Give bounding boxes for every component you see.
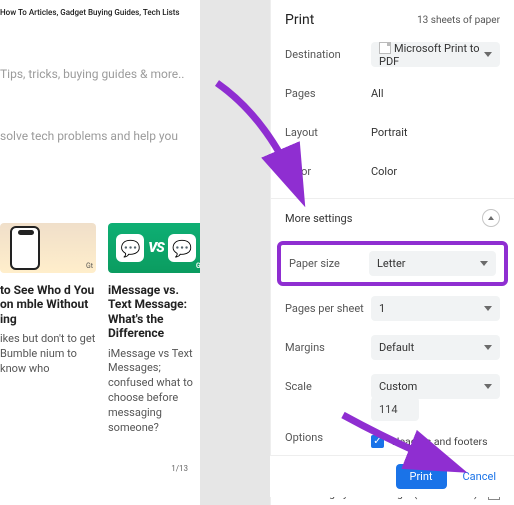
destination-label: Destination [285, 48, 371, 61]
pages-select[interactable]: All [371, 81, 500, 106]
card-title: iMessage vs. Text Message: What's the Di… [108, 283, 200, 341]
pdf-icon [379, 42, 391, 54]
paper-size-select[interactable]: Letter [369, 251, 496, 276]
paper-size-label: Paper size [289, 257, 369, 270]
headers-footers-checkbox[interactable]: ✓ [371, 435, 384, 448]
chevron-up-icon [482, 209, 500, 227]
pages-label: Pages [285, 87, 371, 100]
options-label: Options [285, 431, 371, 444]
print-button[interactable]: Print [396, 464, 447, 489]
card-body: ikes but don't to get Bumble nium to kno… [0, 332, 96, 377]
paper-size-row-highlighted: Paper size Letter [277, 241, 508, 286]
margins-select[interactable]: Default [371, 335, 500, 360]
speech-bubble-icon: 💬 [116, 234, 144, 262]
dialog-footer: Print Cancel [270, 455, 514, 497]
pages-per-sheet-label: Pages per sheet [285, 302, 371, 315]
more-settings-toggle[interactable]: More settings [271, 198, 514, 237]
preview-subhead: solve tech problems and help you [0, 129, 194, 143]
layout-select[interactable]: Portrait [371, 120, 500, 145]
scale-input[interactable]: 114 [371, 397, 419, 421]
margins-label: Margins [285, 341, 371, 354]
preview-gutter [200, 0, 270, 505]
destination-select[interactable]: Microsoft Print to PDF [371, 42, 500, 67]
page-counter: 1/13 [171, 464, 188, 473]
color-label: Color [285, 165, 371, 178]
print-preview-page: How To Articles, Gadget Buying Guides, T… [0, 0, 200, 505]
preview-card: 💬 VS 💬 Gt iMessage vs. Text Message: Wha… [108, 223, 200, 436]
chevron-down-icon [480, 261, 488, 266]
preview-subtitle: Tips, tricks, buying guides & more.. [0, 67, 194, 81]
card-body: iMessage vs Text Messages; confused what… [108, 347, 200, 436]
print-title: Print [285, 12, 314, 28]
preview-breadcrumb: How To Articles, Gadget Buying Guides, T… [0, 0, 194, 17]
preview-cards: Gt to See Who d You on mble Without ing … [0, 223, 194, 436]
color-select[interactable]: Color [371, 159, 500, 184]
scale-label: Scale [285, 380, 371, 393]
card-thumb-bumble: Gt [0, 223, 96, 273]
chevron-down-icon [484, 52, 492, 57]
print-dialog: Print 13 sheets of paper Destination Mic… [270, 0, 514, 505]
layout-label: Layout [285, 126, 371, 139]
sheets-count: 13 sheets of paper [417, 15, 500, 26]
preview-card: Gt to See Who d You on mble Without ing … [0, 223, 96, 436]
cancel-button[interactable]: Cancel [457, 464, 502, 489]
speech-bubble-icon: 💬 [168, 234, 196, 262]
card-title: to See Who d You on mble Without ing [0, 283, 96, 326]
scale-select[interactable]: Custom [371, 374, 500, 399]
chevron-down-icon [484, 384, 492, 389]
card-thumb-imessage: 💬 VS 💬 Gt [108, 223, 200, 273]
chevron-down-icon [484, 345, 492, 350]
chevron-down-icon [484, 306, 492, 311]
pages-per-sheet-select[interactable]: 1 [371, 296, 500, 321]
headers-footers-label: Headers and footers [392, 435, 487, 448]
